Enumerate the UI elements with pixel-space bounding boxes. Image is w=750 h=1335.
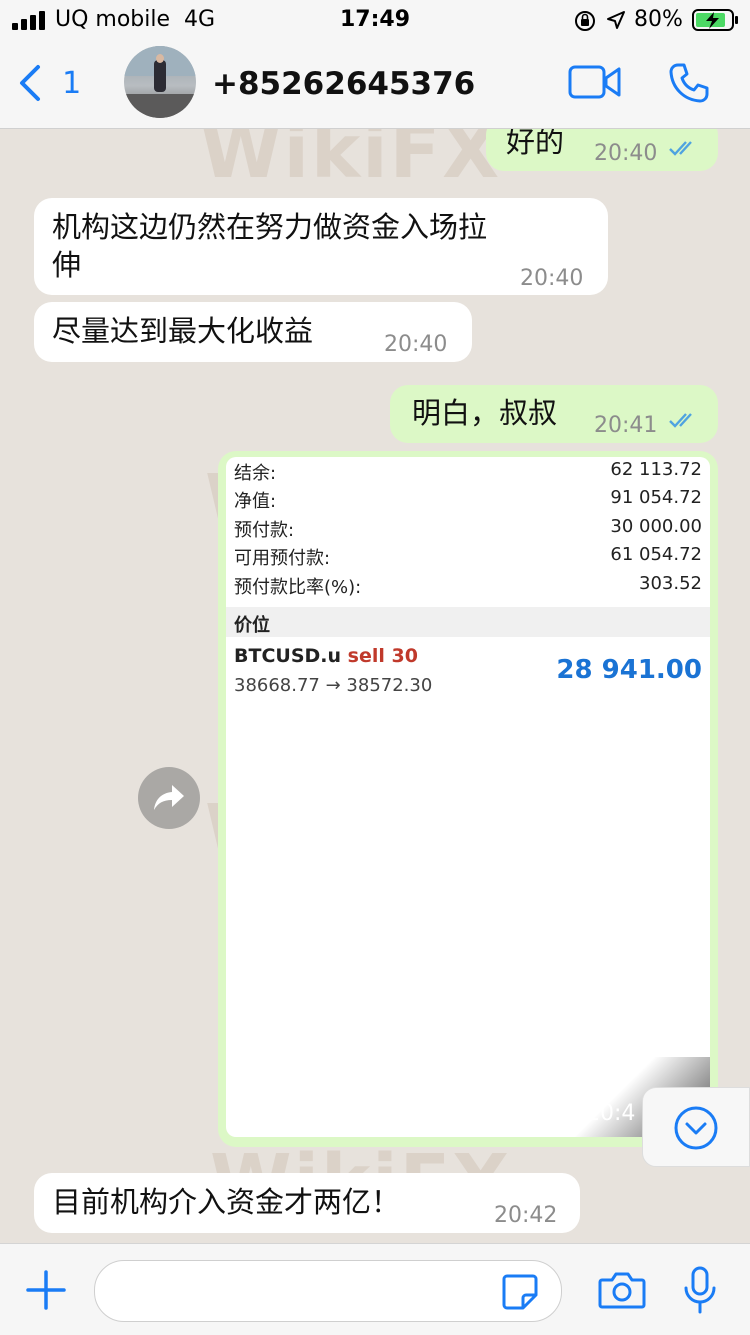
message-time: 20:41 <box>594 413 658 438</box>
image-message[interactable]: 结余: 62 113.72 净值: 91 054.72 预付款: 30 000.… <box>218 451 718 1147</box>
message-text: 好的 <box>506 129 565 159</box>
account-row: 净值: 91 054.72 <box>234 487 702 512</box>
forward-arrow-icon <box>154 785 184 810</box>
video-call-icon[interactable] <box>568 64 622 100</box>
message-text-line-1: 机构这边仍然在努力做资金入场拉 <box>52 210 488 244</box>
message-time: 20:4 <box>586 1101 636 1126</box>
battery-percent: 80% <box>634 7 683 32</box>
back-chevron-icon <box>20 65 40 101</box>
contact-name[interactable]: +85262645376 <box>212 66 475 102</box>
message-text: 明白，叔叔 <box>412 396 558 430</box>
battery-charging-icon <box>692 9 738 31</box>
account-row: 结余: 62 113.72 <box>234 459 702 484</box>
trading-screenshot[interactable]: 结余: 62 113.72 净值: 91 054.72 预付款: 30 000.… <box>226 457 710 1137</box>
account-row: 预付款: 30 000.00 <box>234 516 702 541</box>
message-text: 尽量达到最大化收益 <box>52 314 314 348</box>
unread-count: 1 <box>62 65 82 101</box>
avatar[interactable] <box>124 46 196 118</box>
message-time: 20:40 <box>384 332 448 357</box>
scroll-to-bottom-button[interactable] <box>642 1087 750 1167</box>
price-section-header: 价位 <box>226 607 710 637</box>
sticker-icon[interactable] <box>501 1273 539 1311</box>
chat-header: 1 +85262645376 <box>0 40 750 129</box>
orientation-lock-icon <box>575 11 595 31</box>
position-price: 28 941.00 <box>556 655 702 685</box>
read-receipt-icon <box>669 413 692 428</box>
phone-call-icon[interactable] <box>668 62 710 104</box>
input-bar <box>0 1243 750 1335</box>
read-receipt-icon <box>669 141 692 156</box>
location-icon <box>607 11 625 29</box>
message-text-line-2: 伸 <box>52 248 82 282</box>
microphone-icon[interactable] <box>682 1266 718 1316</box>
message-incoming[interactable]: 机构这边仍然在努力做资金入场拉 伸 20:40 <box>34 198 608 295</box>
message-incoming[interactable]: 尽量达到最大化收益 20:40 <box>34 302 472 362</box>
message-time: 20:40 <box>520 266 584 291</box>
plus-icon[interactable] <box>26 1270 66 1310</box>
forward-button[interactable] <box>138 767 200 829</box>
message-input[interactable] <box>94 1260 562 1322</box>
account-row: 预付款比率(%): 303.52 <box>234 573 702 598</box>
message-text: 目前机构介入资金才两亿！ <box>52 1185 401 1219</box>
position-symbol: BTCUSD.u sell 30 <box>234 645 418 667</box>
chevron-down-circle-icon <box>674 1106 718 1150</box>
message-outgoing[interactable]: 好的 20:40 <box>486 129 718 171</box>
message-incoming[interactable]: 目前机构介入资金才两亿！ 20:42 <box>34 1173 580 1233</box>
account-row: 可用预付款: 61 054.72 <box>234 544 702 569</box>
chat-area[interactable]: WikiFX WikiFX WikiFX WikiFX 好的 20:40 机构这… <box>0 129 750 1243</box>
message-time: 20:42 <box>494 1203 558 1228</box>
status-bar: UQ mobile 4G 17:49 80% <box>0 0 750 40</box>
back-button[interactable]: 1 <box>16 62 81 103</box>
camera-icon[interactable] <box>598 1270 646 1310</box>
message-time: 20:40 <box>594 141 658 166</box>
message-outgoing[interactable]: 明白，叔叔 20:41 <box>390 385 718 443</box>
position-side: sell 30 <box>347 645 418 667</box>
watermark: WikiFX <box>200 129 502 195</box>
position-price-range: 38668.77 → 38572.30 <box>234 675 433 696</box>
